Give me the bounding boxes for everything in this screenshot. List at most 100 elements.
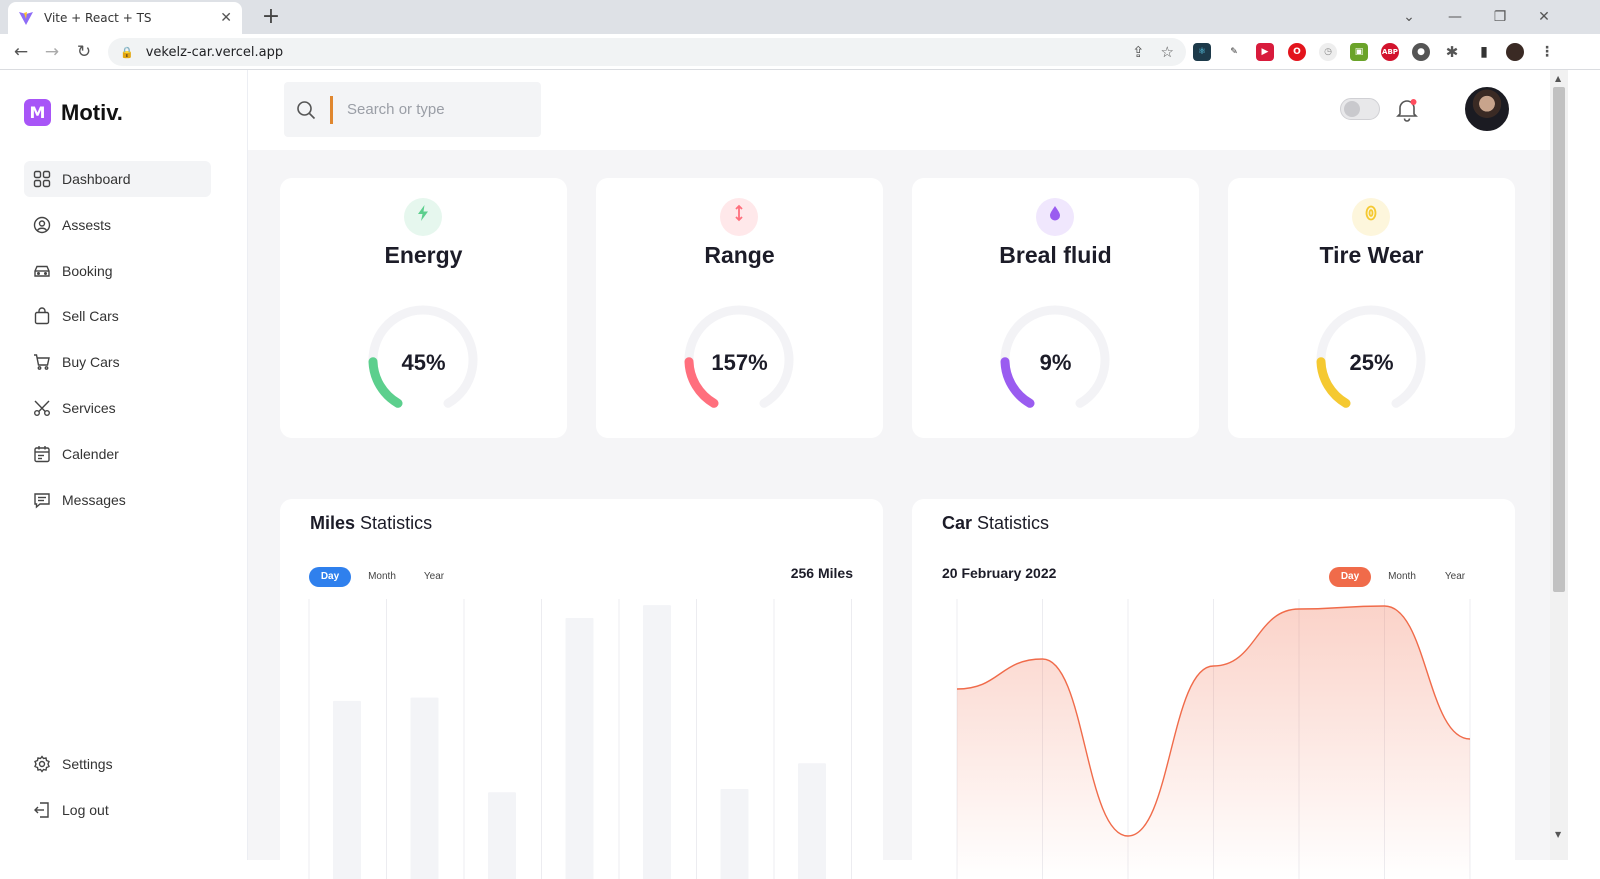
restore-button[interactable]: ❐ [1487,4,1513,30]
cart-icon [34,354,50,370]
range-card: Range 157% [596,178,883,438]
car-icon [34,265,50,277]
sidebar-item-calender[interactable]: Calender [24,436,211,472]
sidebar-item-sell-cars[interactable]: Sell Cars [24,298,211,334]
page-scrollbar[interactable]: ▲ ▼ [1550,70,1568,860]
bar [643,605,671,879]
message-icon [34,493,50,509]
extension-gray-icon[interactable]: ● [1412,43,1430,61]
close-window-button[interactable]: ✕ [1531,4,1557,30]
sidebar-item-dashboard[interactable]: Dashboard [24,161,211,197]
timer-extension-icon[interactable]: ◷ [1319,43,1337,61]
search-input[interactable] [347,101,517,118]
tab-search-icon[interactable]: ⌄ [1396,4,1422,30]
browser-toolbar: ← → ↻ 🔒 vekelz-car.vercel.app ⇪ ☆ ⚛ ✎ ▶ … [0,34,1600,70]
toggle-knob [1344,101,1360,117]
sidebar-item-label: Booking [62,263,113,279]
browser-tab-title: Vite + React + TS [44,11,152,25]
close-tab-icon[interactable]: ✕ [220,10,232,26]
card-value: 45% [401,350,446,375]
sidebar-item-label: Buy Cars [62,354,120,370]
bookmark-star-icon[interactable]: ☆ [1161,43,1174,61]
sidebar-item-log-out[interactable]: Log out [24,792,211,828]
react-devtools-extension-icon[interactable]: ⚛ [1193,43,1211,61]
bar [798,763,826,879]
profile-avatar-icon[interactable] [1506,43,1524,61]
car-statistics-panel: Car Statistics 20 February 2022 Day Mont… [912,499,1515,879]
scrollbar-thumb[interactable] [1553,87,1565,592]
card-value: 25% [1349,350,1394,375]
grid-icon [33,170,51,188]
vite-logo-icon [19,12,33,25]
extensions-puzzle-icon[interactable]: ✱ [1443,43,1461,61]
forward-arrow-icon[interactable]: → [40,40,64,64]
side-panel-icon[interactable]: ▮ [1475,43,1493,61]
adblock-plus-icon[interactable]: ABP [1381,43,1399,61]
browser-tab[interactable]: Vite + React + TS ✕ [8,2,242,34]
share-icon[interactable]: ⇪ [1132,43,1145,61]
tire-icon [1352,198,1390,236]
miles-statistics-panel: Miles Statistics Day Month Year 256 Mile… [280,499,883,879]
minimize-button[interactable]: — [1442,4,1468,30]
bar [565,618,594,879]
address-bar[interactable]: 🔒 vekelz-car.vercel.app ⇪ ☆ [108,38,1186,66]
card-title: Tire Wear [1319,242,1424,268]
arrows-vertical-icon [720,198,758,236]
sidebar-item-label: Calender [62,446,119,462]
user-circle-icon [33,216,51,234]
brand-mark-icon: M [24,99,51,126]
car-area-chart [956,599,1471,879]
sidebar-item-label: Sell Cars [62,308,119,324]
search-icon [297,100,316,119]
brand-logo[interactable]: M Motiv. [24,99,123,126]
bar [488,792,516,879]
sidebar-item-label: Assests [62,217,112,233]
eyedropper-extension-icon[interactable]: ✎ [1225,43,1243,61]
sidebar-item-label: Dashboard [62,171,131,187]
calendar-icon [34,446,50,463]
main-content: Energy 45% Range 157% Breal fluid 9% Tir… [248,70,1550,879]
search-box[interactable] [284,82,541,137]
extension-green-icon[interactable]: ▣ [1350,43,1368,61]
bar [333,700,361,879]
sidebar-item-settings[interactable]: Settings [24,746,211,782]
sidebar-item-services[interactable]: Services [24,390,211,426]
energy-card: Energy 45% [280,178,567,438]
miles-bar-chart [308,599,852,879]
opera-extension-icon[interactable]: O [1288,43,1306,61]
sidebar-item-buy-cars[interactable]: Buy Cars [24,344,211,380]
user-avatar[interactable] [1463,85,1511,133]
sidebar-item-label: Messages [62,492,126,508]
bolt-icon [404,198,442,236]
bar [720,789,749,879]
extension-red-icon[interactable]: ▶ [1256,43,1274,61]
brand-name: Motiv. [61,99,123,125]
url-text: vekelz-car.vercel.app [145,44,284,60]
bar [410,697,439,879]
shopping-bag-icon [34,307,50,325]
scroll-down-arrow-icon[interactable]: ▼ [1555,830,1561,839]
browser-menu-icon[interactable]: ⋮ [1538,43,1556,61]
card-value: 9% [1039,350,1072,375]
new-tab-button[interactable]: + [258,4,284,30]
scissors-icon [34,400,50,416]
card-value: 157% [711,350,768,375]
reload-icon[interactable]: ↻ [72,40,96,64]
tire-wear-card: Tire Wear 25% [1228,178,1515,438]
scroll-up-arrow-icon[interactable]: ▲ [1555,74,1561,83]
card-title: Energy [384,242,463,268]
sidebar: M Motiv. Dashboard Assests Booking Sell … [0,70,248,860]
back-arrow-icon[interactable]: ← [9,40,33,64]
theme-toggle[interactable] [1340,98,1380,120]
breal-fluid-card: Breal fluid 9% [912,178,1199,438]
card-title: Breal fluid [999,242,1112,268]
sidebar-item-messages[interactable]: Messages [24,482,211,518]
drop-icon [1036,198,1074,236]
sidebar-item-booking[interactable]: Booking [24,253,211,289]
lock-icon: 🔒 [120,45,134,59]
logout-icon [34,802,49,818]
notification-bell-icon[interactable] [1394,96,1420,122]
browser-tab-bar: Vite + React + TS ✕ + ⌄ — ❐ ✕ [0,0,1600,34]
card-title: Range [704,242,775,268]
sidebar-item-assests[interactable]: Assests [24,207,211,243]
